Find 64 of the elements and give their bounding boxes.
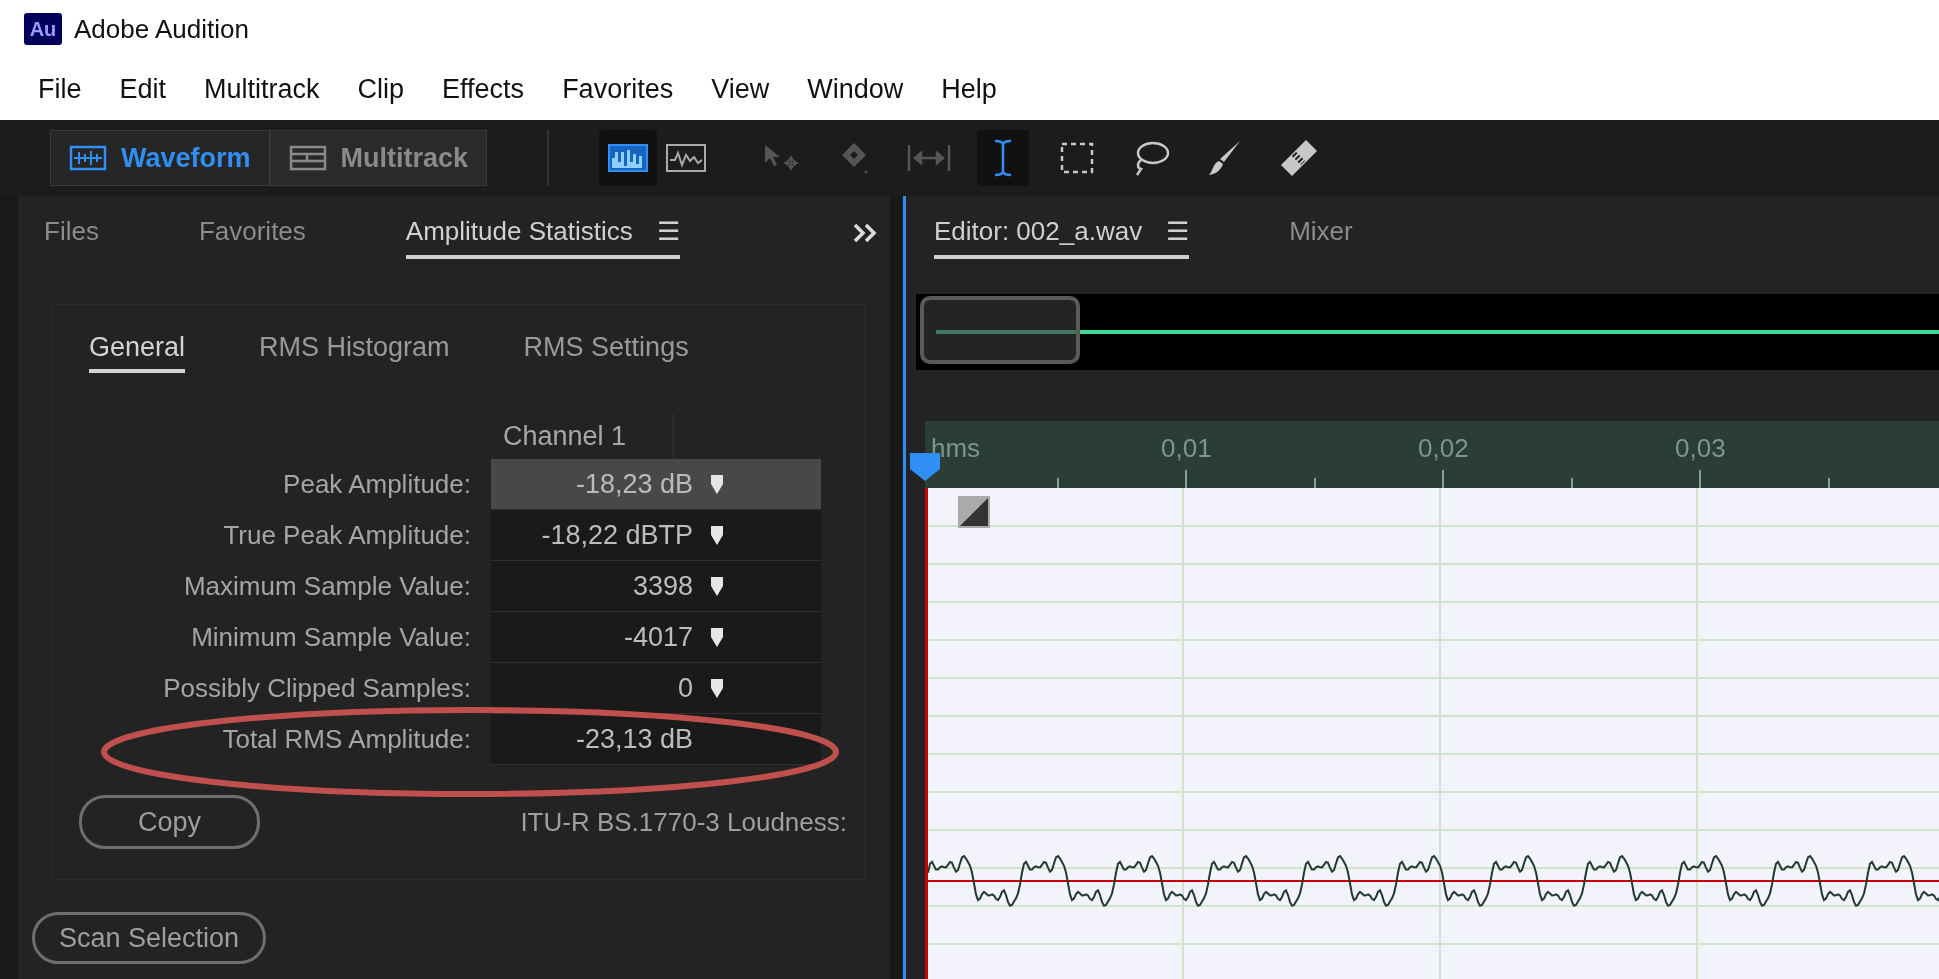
marker-icon[interactable] xyxy=(709,473,725,495)
menu-item[interactable]: View xyxy=(711,73,770,105)
waveform-icon xyxy=(69,145,107,171)
zoom-handle[interactable] xyxy=(920,296,1080,364)
waveform-icon xyxy=(666,144,707,172)
value-text: -4017 xyxy=(623,621,693,653)
stat-label: Peak Amplitude: xyxy=(282,468,471,501)
loudness-label: ITU-R BS.1770-3 Loudness: xyxy=(520,806,847,838)
value-text: 3398 xyxy=(632,570,693,602)
tracks-icon xyxy=(288,145,327,171)
value-text: -18,22 dBTP xyxy=(541,519,693,551)
overview-bar[interactable] xyxy=(916,294,1939,370)
panel-tab[interactable]: Files xyxy=(44,207,99,259)
panel-tab[interactable]: Favorites xyxy=(198,207,306,259)
stat-value[interactable]: 3398 xyxy=(491,561,821,612)
panel-tab[interactable]: Amplitude Statistics ☰ xyxy=(405,207,680,259)
time-ruler[interactable]: hms 0,01 0,02 0,03 xyxy=(925,419,1939,488)
marquee-icon xyxy=(1059,141,1096,175)
menu-item[interactable]: Clip xyxy=(357,73,405,105)
stat-label: Minimum Sample Value: xyxy=(190,621,471,654)
menu-item[interactable]: Multitrack xyxy=(204,73,320,105)
stat-label: Possibly Clipped Samples: xyxy=(162,672,471,705)
marker-icon[interactable] xyxy=(709,677,725,699)
menu-item[interactable]: Window xyxy=(807,73,904,105)
marker-icon[interactable] xyxy=(709,575,725,597)
marker-icon[interactable] xyxy=(709,626,725,648)
value-text: -23,13 dB xyxy=(575,723,693,755)
menu-item[interactable]: Edit xyxy=(119,73,167,105)
stat-label: Total RMS Amplitude: xyxy=(221,723,471,756)
arrows-icon xyxy=(906,142,953,174)
stat-label: Maximum Sample Value: xyxy=(182,570,471,603)
value-text: 0 xyxy=(677,672,693,704)
stat-value[interactable]: -23,13 dB xyxy=(491,714,821,765)
fade-handle[interactable] xyxy=(958,496,990,528)
sub-tab[interactable]: RMS Settings xyxy=(523,325,689,373)
marker-icon[interactable] xyxy=(709,524,725,546)
menu-item[interactable]: File xyxy=(38,73,82,105)
menu-item[interactable]: Help xyxy=(941,73,997,105)
ruler-label: 0,03 xyxy=(1675,433,1726,464)
tool-button[interactable] xyxy=(977,130,1030,186)
stat-value[interactable]: 0 xyxy=(491,663,821,714)
menu-item[interactable]: Favorites xyxy=(562,73,674,105)
stat-label: True Peak Amplitude: xyxy=(222,519,471,552)
spectrum-icon xyxy=(608,144,649,172)
chevron-icon[interactable] xyxy=(852,222,878,244)
workspace-button[interactable]: Waveform xyxy=(50,130,270,186)
sub-tab[interactable]: General xyxy=(89,325,186,373)
ruler-label: 0,01 xyxy=(1161,433,1212,464)
stat-value[interactable]: -4017 xyxy=(491,612,821,663)
stat-value[interactable]: -18,22 dBTP xyxy=(491,510,821,561)
workspace-button[interactable]: Multitrack xyxy=(269,130,488,186)
scan-selection-button[interactable]: Scan Selection xyxy=(32,912,267,964)
stat-value[interactable]: -18,23 dB xyxy=(491,459,821,510)
menu-item[interactable]: Effects xyxy=(442,73,525,105)
view-button[interactable] xyxy=(599,130,658,186)
editor-tab[interactable]: Mixer xyxy=(1289,207,1353,259)
value-text: -18,23 dB xyxy=(575,468,693,500)
editor-tab[interactable]: Editor: 002_a.wav ☰ xyxy=(934,207,1190,259)
ruler-label: 0,02 xyxy=(1418,433,1469,464)
sub-tab[interactable]: RMS Histogram xyxy=(259,325,450,373)
copy-button[interactable]: Copy xyxy=(79,795,261,849)
window-title: Adobe Audition xyxy=(74,13,249,45)
app-logo: Au xyxy=(24,13,62,45)
ruler-label: hms xyxy=(931,433,981,464)
